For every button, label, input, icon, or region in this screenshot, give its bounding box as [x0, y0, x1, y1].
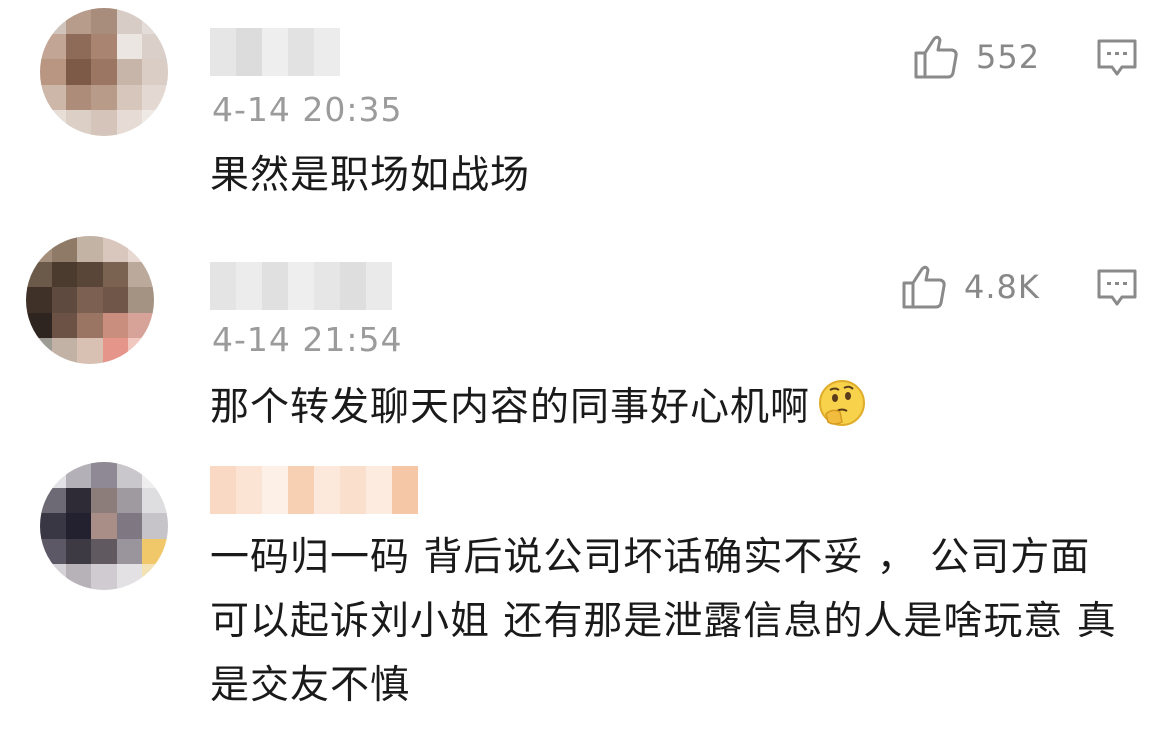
username-blurred[interactable] — [210, 262, 392, 310]
comment-text-content: 一码归一码 背后说公司坏话确实不妥 ， 公司方面可以起诉刘小姐 还有那是泄露信息… — [210, 535, 1117, 708]
like-count: 552 — [976, 38, 1041, 76]
comment-text-content: 那个转发聊天内容的同事好心机啊 — [210, 385, 811, 430]
username-blurred[interactable] — [210, 466, 418, 514]
like-count: 4.8K — [964, 268, 1040, 306]
comment-bubble-icon[interactable] — [1096, 38, 1138, 78]
like-button[interactable]: 4.8K — [900, 262, 1040, 312]
avatar[interactable] — [40, 8, 168, 136]
comment-list: 4-14 20:35 果然是职场如战场 552 4-14 21:54 那个转发聊… — [0, 0, 1170, 731]
comment-bubble-icon[interactable] — [1096, 268, 1138, 308]
comment-text: 那个转发聊天内容的同事好心机啊 — [210, 376, 1120, 440]
avatar[interactable] — [40, 462, 168, 590]
thumbs-up-icon — [914, 35, 958, 79]
thumbs-up-icon — [902, 265, 946, 309]
comment-text: 果然是职场如战场 — [210, 144, 1120, 208]
thinking-face-emoji — [819, 380, 866, 426]
comment-timestamp: 4-14 20:35 — [212, 90, 403, 129]
like-button[interactable]: 552 — [912, 32, 1040, 82]
avatar[interactable] — [26, 236, 154, 364]
username-blurred[interactable] — [210, 28, 340, 76]
comment-text-content: 果然是职场如战场 — [210, 153, 531, 198]
comment-text: 一码归一码 背后说公司坏话确实不妥 ， 公司方面可以起诉刘小姐 还有那是泄露信息… — [210, 526, 1120, 718]
comment-timestamp: 4-14 21:54 — [212, 320, 403, 359]
